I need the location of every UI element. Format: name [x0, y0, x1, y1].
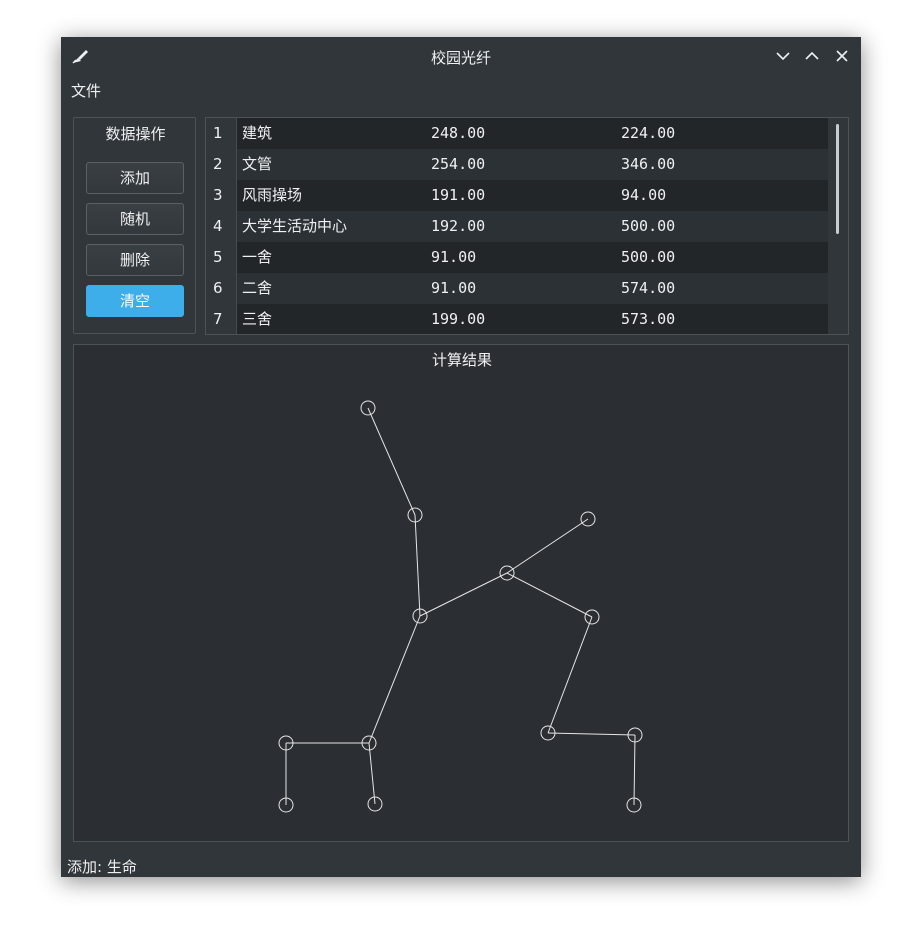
- graph-edge: [367, 407, 416, 516]
- row-number: 5: [206, 242, 237, 273]
- table-row[interactable]: 5 一舍 91.00 500.00: [206, 242, 828, 273]
- cell-name[interactable]: 大学生活动中心: [242, 211, 347, 242]
- cell-y[interactable]: 224.00: [621, 118, 675, 149]
- clear-button[interactable]: 清空: [86, 285, 184, 317]
- row-number: 2: [206, 149, 237, 180]
- cell-y[interactable]: 574.00: [621, 273, 675, 304]
- menu-bar: 文件: [61, 77, 861, 101]
- network-graph: [278, 400, 643, 813]
- table-row[interactable]: 7 三舍 199.00 573.00: [206, 304, 828, 334]
- menu-file[interactable]: 文件: [71, 80, 101, 101]
- close-icon[interactable]: [831, 45, 853, 67]
- table-scrollbar[interactable]: [828, 118, 848, 334]
- row-number: 6: [206, 273, 237, 304]
- graph-edge: [414, 514, 421, 617]
- table-row[interactable]: 2 文管 254.00 346.00: [206, 149, 828, 180]
- window-title: 校园光纤: [430, 49, 491, 67]
- cell-x[interactable]: 199.00: [431, 304, 485, 334]
- cell-name[interactable]: 一舍: [242, 242, 272, 273]
- table-row[interactable]: 3 风雨操场 191.00 94.00: [206, 180, 828, 211]
- cell-y[interactable]: 94.00: [621, 180, 666, 211]
- add-button[interactable]: 添加: [86, 162, 184, 194]
- status-bar: 添加: 生命: [67, 858, 137, 876]
- graph-edge: [506, 572, 593, 618]
- cell-x[interactable]: 254.00: [431, 149, 485, 180]
- graph-edge: [633, 734, 636, 806]
- cell-y[interactable]: 346.00: [621, 149, 675, 180]
- table-row[interactable]: 6 二舍 91.00 574.00: [206, 273, 828, 304]
- result-panel: 计算结果: [73, 344, 849, 842]
- chevron-up-icon[interactable]: [801, 45, 823, 67]
- cell-y[interactable]: 500.00: [621, 242, 675, 273]
- random-button[interactable]: 随机: [86, 203, 184, 235]
- delete-button[interactable]: 删除: [86, 244, 184, 276]
- main-window: 校园光纤 文件 数据操作 添加 随机 删除 清空 1 建筑 248.00 224…: [61, 37, 861, 877]
- chevron-down-icon[interactable]: [772, 45, 794, 67]
- graph-edge: [419, 572, 508, 617]
- row-number: 7: [206, 304, 237, 334]
- row-number: 1: [206, 118, 237, 149]
- row-number: 3: [206, 180, 237, 211]
- graph-edge: [547, 616, 593, 734]
- graph-edge: [368, 742, 376, 805]
- cell-x[interactable]: 248.00: [431, 118, 485, 149]
- cell-name[interactable]: 文管: [242, 149, 272, 180]
- cell-x[interactable]: 91.00: [431, 273, 476, 304]
- graph-edge: [506, 518, 589, 574]
- cell-name[interactable]: 建筑: [242, 118, 272, 149]
- cell-name[interactable]: 三舍: [242, 304, 272, 334]
- data-ops-title: 数据操作: [105, 125, 166, 143]
- graph-edge: [547, 732, 636, 736]
- cell-y[interactable]: 573.00: [621, 304, 675, 334]
- data-table[interactable]: 1 建筑 248.00 224.00 2 文管 254.00 346.00 3 …: [205, 117, 849, 335]
- data-ops-group: 数据操作 添加 随机 删除 清空: [73, 117, 196, 334]
- graph-edge: [368, 615, 421, 744]
- cell-x[interactable]: 91.00: [431, 242, 476, 273]
- table-row[interactable]: 4 大学生活动中心 192.00 500.00: [206, 211, 828, 242]
- cell-y[interactable]: 500.00: [621, 211, 675, 242]
- title-bar[interactable]: 校园光纤: [61, 37, 861, 75]
- cell-name[interactable]: 风雨操场: [242, 180, 302, 211]
- cell-x[interactable]: 192.00: [431, 211, 485, 242]
- cell-x[interactable]: 191.00: [431, 180, 485, 211]
- row-number: 4: [206, 211, 237, 242]
- table-row[interactable]: 1 建筑 248.00 224.00: [206, 118, 828, 149]
- scrollbar-thumb[interactable]: [836, 124, 839, 234]
- cell-name[interactable]: 二舍: [242, 273, 272, 304]
